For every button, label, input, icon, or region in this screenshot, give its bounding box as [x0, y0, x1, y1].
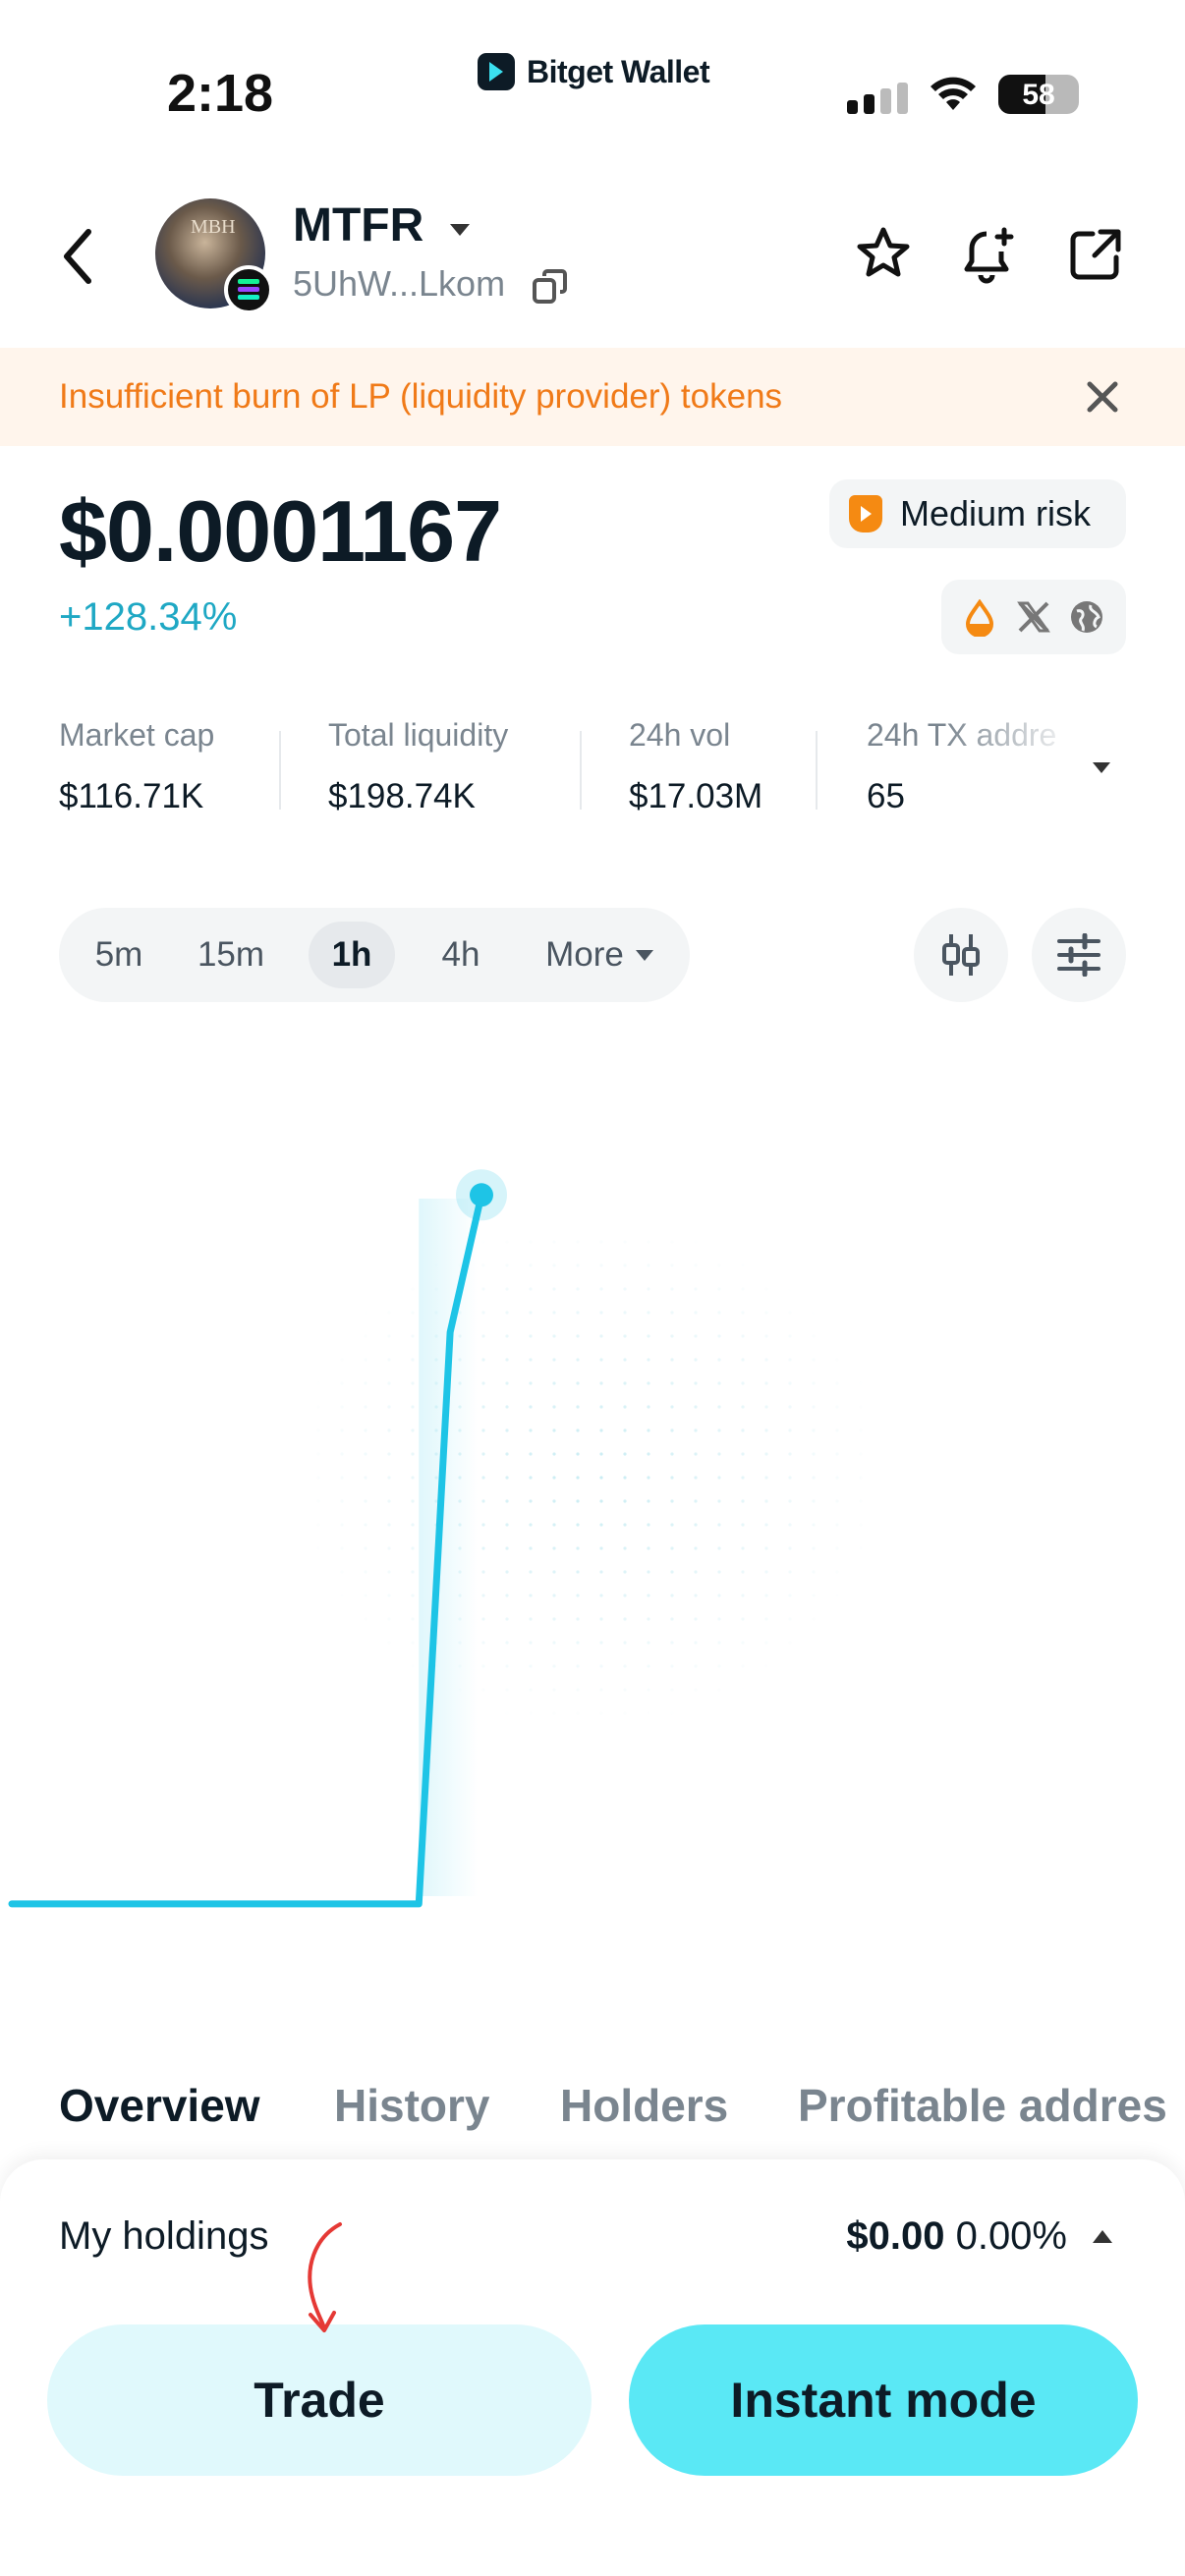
token-dropdown-icon[interactable]	[450, 224, 470, 236]
chart-settings-button[interactable]	[1032, 908, 1126, 1002]
share-icon[interactable]	[1067, 226, 1124, 283]
token-address: 5UhW...Lkom	[293, 263, 506, 304]
app-brand: Bitget Wallet	[478, 53, 710, 90]
stats-fade	[943, 717, 1140, 825]
cellular-signal-icon	[847, 83, 908, 114]
divider	[580, 731, 582, 810]
instant-mode-button[interactable]: Instant mode	[629, 2324, 1138, 2476]
add-alert-bell-icon[interactable]	[961, 226, 1018, 285]
interval-1h[interactable]: 1h	[309, 922, 395, 988]
holdings-value[interactable]: $0.00 0.00%	[846, 2214, 1067, 2259]
stat-value: $198.74K	[328, 777, 476, 815]
tab-holders[interactable]: Holders	[560, 2079, 728, 2132]
interval-5m[interactable]: 5m	[77, 922, 161, 988]
stat-total-liquidity: Total liquidity $198.74K	[328, 717, 508, 816]
candlestick-icon	[942, 934, 980, 976]
chevron-down-icon	[635, 949, 653, 961]
lp-burn-warning-banner: Insufficient burn of LP (liquidity provi…	[0, 348, 1185, 446]
interval-15m[interactable]: 15m	[177, 922, 285, 988]
divider	[279, 731, 281, 810]
copy-icon[interactable]	[531, 267, 570, 307]
interval-more-label: More	[545, 935, 624, 974]
tab-profitable-addresses[interactable]: Profitable addres	[798, 2079, 1167, 2132]
favorite-star-icon[interactable]	[855, 226, 912, 281]
stat-label: 24h vol	[629, 717, 731, 753]
bottom-sheet: My holdings $0.00 0.00% Trade Instant mo…	[0, 2159, 1185, 2576]
stat-market-cap: Market cap $116.71K	[59, 717, 214, 816]
back-arrow-icon[interactable]	[59, 226, 98, 287]
token-stats: Market cap $116.71K Total liquidity $198…	[59, 717, 1140, 825]
close-icon[interactable]	[1085, 379, 1120, 415]
bitget-logo-icon	[478, 53, 515, 90]
price-chart[interactable]	[0, 1041, 1185, 2004]
stat-label: Market cap	[59, 717, 215, 753]
stat-value: $116.71K	[59, 777, 204, 815]
holdings-amount: $0.00	[846, 2214, 945, 2258]
detail-tabs: Overview History Holders Profitable addr…	[0, 2079, 1185, 2157]
tab-history[interactable]: History	[334, 2079, 489, 2132]
divider	[816, 731, 818, 810]
status-bar: 2:18 Bitget Wallet 58	[0, 0, 1185, 167]
candlestick-toggle-button[interactable]	[914, 908, 1008, 1002]
current-price-dot	[470, 1183, 493, 1207]
trade-button[interactable]: Trade	[47, 2324, 592, 2476]
solana-chain-icon	[224, 265, 273, 314]
interval-selector: 5m 15m 1h 4h More	[59, 908, 690, 1002]
website-globe-icon[interactable]	[1069, 599, 1104, 635]
holdings-percent: 0.00%	[955, 2214, 1067, 2258]
stat-value: $17.03M	[629, 777, 763, 815]
liquidity-drop-icon[interactable]	[963, 599, 996, 637]
holdings-label: My holdings	[59, 2214, 269, 2258]
avatar-text: MBH	[191, 216, 236, 238]
token-name[interactable]: MTFR	[293, 198, 423, 252]
x-twitter-icon[interactable]	[1016, 599, 1051, 635]
chevron-up-icon[interactable]	[1093, 2230, 1112, 2243]
risk-label: Medium risk	[900, 493, 1092, 533]
social-links	[941, 580, 1126, 654]
stats-expand-icon[interactable]	[1093, 762, 1110, 773]
stat-24h-vol: 24h vol $17.03M	[629, 717, 762, 816]
battery-percent: 58	[1022, 79, 1055, 111]
wifi-icon	[931, 77, 976, 110]
chart-watermark	[295, 1218, 884, 1729]
price-change: +128.34%	[59, 595, 238, 639]
risk-shield-icon	[849, 495, 882, 532]
annotation-arrow-icon	[308, 2222, 342, 2332]
battery-icon: 58	[998, 75, 1079, 114]
stat-label: Total liquidity	[328, 717, 509, 753]
token-price: $0.0001167	[59, 482, 502, 580]
app-brand-name: Bitget Wallet	[527, 53, 710, 89]
interval-more[interactable]: More	[521, 922, 678, 988]
tab-overview[interactable]: Overview	[59, 2079, 260, 2132]
token-header: MBH MTFR 5UhW...Lkom	[0, 187, 1185, 334]
interval-4h[interactable]: 4h	[417, 922, 505, 988]
risk-badge[interactable]: Medium risk	[829, 479, 1126, 548]
warning-message: Insufficient burn of LP (liquidity provi…	[59, 377, 783, 416]
status-time: 2:18	[167, 64, 274, 123]
settings-sliders-icon	[1057, 933, 1100, 977]
